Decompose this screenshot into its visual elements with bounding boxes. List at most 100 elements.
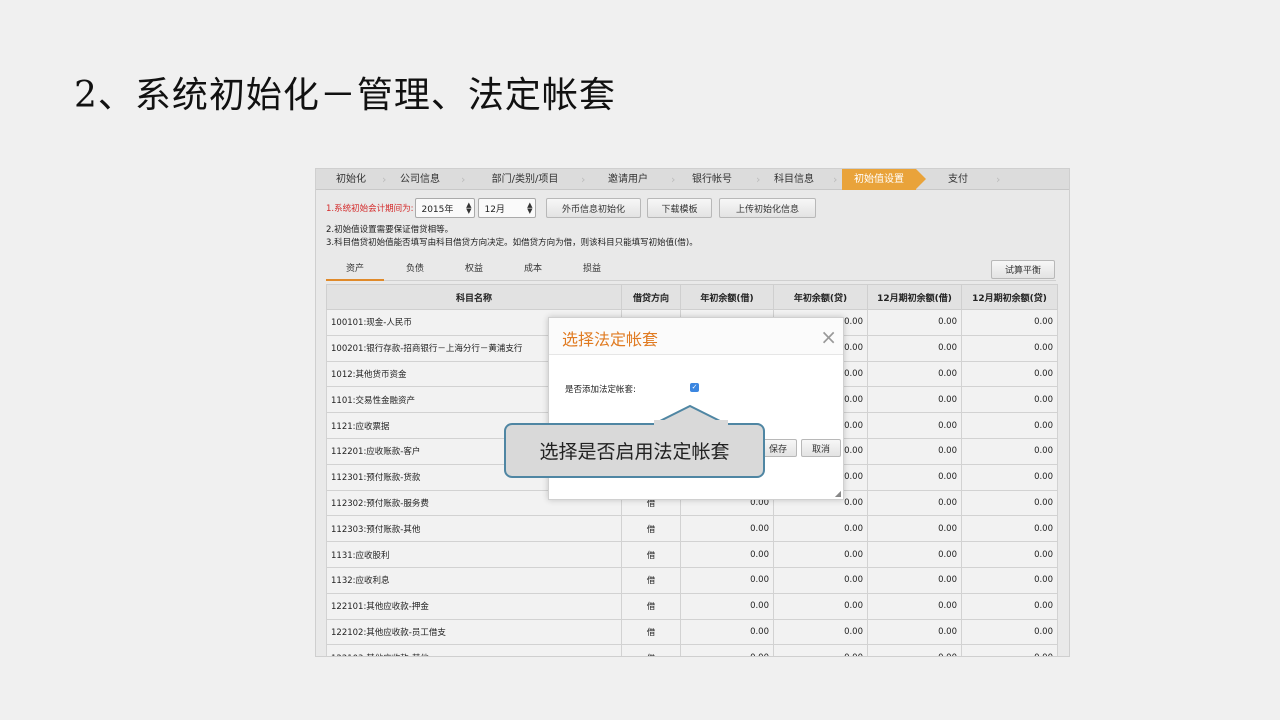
- step-invite-users[interactable]: 邀请用户: [602, 169, 654, 190]
- table-row: 122103:其他应收款-其他借0.000.000.000.00: [326, 644, 1058, 656]
- tab-equity[interactable]: 权益: [445, 259, 503, 281]
- col-account-name: 科目名称: [326, 284, 622, 310]
- direction-cell: 借: [621, 644, 681, 656]
- period-controls: 1.系统初始会计期间为: 2015年 ▲ ▼ 12月 ▲ ▼: [326, 198, 537, 218]
- step-accounts[interactable]: 科目信息: [768, 169, 820, 190]
- amount-input-cell[interactable]: 0.00: [961, 412, 1058, 439]
- tab-cost[interactable]: 成本: [504, 259, 562, 281]
- amount-input-cell[interactable]: 0.00: [867, 541, 962, 568]
- add-legal-ledger-label: 是否添加法定帐套:: [565, 385, 636, 395]
- col-year-credit: 年初余额(贷): [773, 284, 868, 310]
- amount-input-cell[interactable]: 0.00: [961, 437, 1058, 465]
- amount-input-cell[interactable]: 0.00: [680, 644, 774, 656]
- amount-input-cell[interactable]: 0.00: [867, 566, 962, 594]
- amount-input-cell[interactable]: 0.00: [867, 412, 962, 439]
- table-row: 1132:应收利息借 0.00 0.00 0.00 0.00: [326, 566, 1058, 594]
- step-init[interactable]: 初始化: [328, 169, 374, 190]
- tab-liabilities[interactable]: 负债: [386, 259, 444, 281]
- col-period-credit: 12月期初余额(贷): [961, 284, 1058, 310]
- month-select[interactable]: 12月 ▲ ▼: [478, 198, 537, 218]
- resize-handle-icon[interactable]: ◢: [835, 489, 841, 498]
- updown-icon: ▲ ▼: [527, 201, 533, 215]
- amount-input-cell[interactable]: 0.00: [867, 489, 962, 517]
- step-company[interactable]: 公司信息: [394, 169, 446, 190]
- amount-input-cell[interactable]: 0.00: [867, 309, 962, 336]
- step-departments[interactable]: 部门/类别/项目: [484, 169, 566, 190]
- amount-input-cell[interactable]: 0.00: [961, 541, 1058, 568]
- direction-cell: 借: [621, 592, 681, 620]
- amount-input-cell[interactable]: 0.00: [680, 566, 774, 594]
- amount-input-cell[interactable]: 0.00: [961, 309, 1058, 336]
- category-tabs: 资产 负债 权益 成本 损益: [326, 259, 1056, 281]
- download-template-button[interactable]: 下载模板: [647, 198, 712, 218]
- amount-input-cell[interactable]: 0.00: [867, 334, 962, 362]
- year-select[interactable]: 2015年 ▲ ▼: [415, 198, 476, 218]
- table-row: 122102:其他应收款-员工借支借 0.00 0.00 0.00 0.00: [326, 618, 1058, 646]
- amount-input-cell[interactable]: 0.00: [773, 618, 868, 646]
- upload-init-button[interactable]: 上传初始化信息: [719, 198, 816, 218]
- table-row: 1131:应收股利借 0.00 0.00 0.00 0.00: [326, 541, 1058, 568]
- amount-input-cell[interactable]: 0.00: [867, 360, 962, 388]
- amount-input-cell[interactable]: 0.00: [773, 541, 868, 568]
- chevron-right-icon: ›: [756, 173, 761, 186]
- note-3: 3.科目借贷初始值能否填写由科目借贷方向决定。如借贷方向为借，则该科目只能填写初…: [326, 238, 698, 248]
- chevron-right-icon: ›: [833, 173, 838, 186]
- chevron-right-icon: ›: [671, 173, 676, 186]
- amount-input-cell[interactable]: 0.00: [961, 463, 1058, 491]
- amount-input-cell[interactable]: 0.00: [961, 386, 1058, 414]
- account-name-cell: 1132:应收利息: [326, 566, 622, 594]
- chevron-right-icon: ›: [581, 173, 586, 186]
- cancel-button[interactable]: 取消: [801, 439, 841, 457]
- tab-profit-loss[interactable]: 损益: [563, 259, 621, 281]
- callout-text: 选择是否启用法定帐套: [539, 441, 730, 463]
- amount-input-cell[interactable]: 0.00: [961, 360, 1058, 388]
- tab-assets[interactable]: 资产: [326, 259, 384, 281]
- table-row: 122101:其他应收款-押金借 0.00 0.00 0.00 0.00: [326, 592, 1058, 620]
- account-name-cell: 122101:其他应收款-押金: [326, 592, 622, 620]
- slide-title: 2、系统初始化－管理、法定帐套: [74, 75, 616, 116]
- callout-box: 选择是否启用法定帐套: [504, 423, 765, 478]
- amount-input-cell[interactable]: 0.00: [961, 644, 1058, 656]
- amount-input-cell[interactable]: 0.00: [961, 592, 1058, 620]
- col-direction: 借贷方向: [621, 284, 681, 310]
- amount-input-cell[interactable]: 0.00: [773, 644, 868, 656]
- fx-init-button[interactable]: 外币信息初始化: [546, 198, 641, 218]
- chevron-right-icon: ›: [461, 173, 466, 186]
- callout-pointer-cover: [654, 420, 728, 426]
- amount-input-cell[interactable]: 0.00: [680, 515, 774, 543]
- add-legal-ledger-checkbox[interactable]: ✓: [690, 383, 699, 392]
- step-payment[interactable]: 支付: [934, 169, 982, 190]
- updown-icon: ▲ ▼: [466, 201, 472, 215]
- amount-input-cell[interactable]: 0.00: [680, 592, 774, 620]
- amount-input-cell[interactable]: 0.00: [773, 515, 868, 543]
- amount-input-cell[interactable]: 0.00: [867, 463, 962, 491]
- step-initial-values[interactable]: 初始值设置: [842, 169, 926, 190]
- amount-input-cell[interactable]: 0.00: [961, 566, 1058, 594]
- amount-input-cell[interactable]: 0.00: [867, 437, 962, 465]
- amount-input-cell[interactable]: 0.00: [867, 644, 962, 656]
- amount-input-cell[interactable]: 0.00: [961, 618, 1058, 646]
- step-bank-accounts[interactable]: 银行帐号: [686, 169, 738, 190]
- account-name-cell: 1131:应收股利: [326, 541, 622, 568]
- amount-input-cell[interactable]: 0.00: [867, 515, 962, 543]
- account-name-cell: 112303:预付账款-其他: [326, 515, 622, 543]
- amount-input-cell[interactable]: 0.00: [961, 334, 1058, 362]
- amount-input-cell[interactable]: 0.00: [961, 489, 1058, 517]
- table-row: 112303:预付账款-其他借 0.00 0.00 0.00 0.00: [326, 515, 1058, 543]
- amount-input-cell[interactable]: 0.00: [867, 618, 962, 646]
- direction-cell: 借: [621, 541, 681, 568]
- amount-input-cell[interactable]: 0.00: [773, 566, 868, 594]
- note-2: 2.初始值设置需要保证借贷相等。: [326, 225, 454, 235]
- amount-input-cell[interactable]: 0.00: [680, 541, 774, 568]
- amount-input-cell[interactable]: 0.00: [773, 592, 868, 620]
- amount-input-cell[interactable]: 0.00: [867, 386, 962, 414]
- trial-balance-button[interactable]: 试算平衡: [991, 260, 1055, 279]
- amount-input-cell[interactable]: 0.00: [680, 618, 774, 646]
- close-icon[interactable]: ×: [820, 327, 837, 347]
- amount-input-cell[interactable]: 0.00: [867, 592, 962, 620]
- step-bar: 初始化 › 公司信息 › 部门/类别/项目 › 邀请用户 › 银行帐号 › 科目…: [316, 169, 1069, 190]
- col-year-debit: 年初余额(借): [680, 284, 774, 310]
- amount-input-cell[interactable]: 0.00: [961, 515, 1058, 543]
- account-name-cell: 122103:其他应收款-其他: [326, 644, 622, 656]
- direction-cell: 借: [621, 618, 681, 646]
